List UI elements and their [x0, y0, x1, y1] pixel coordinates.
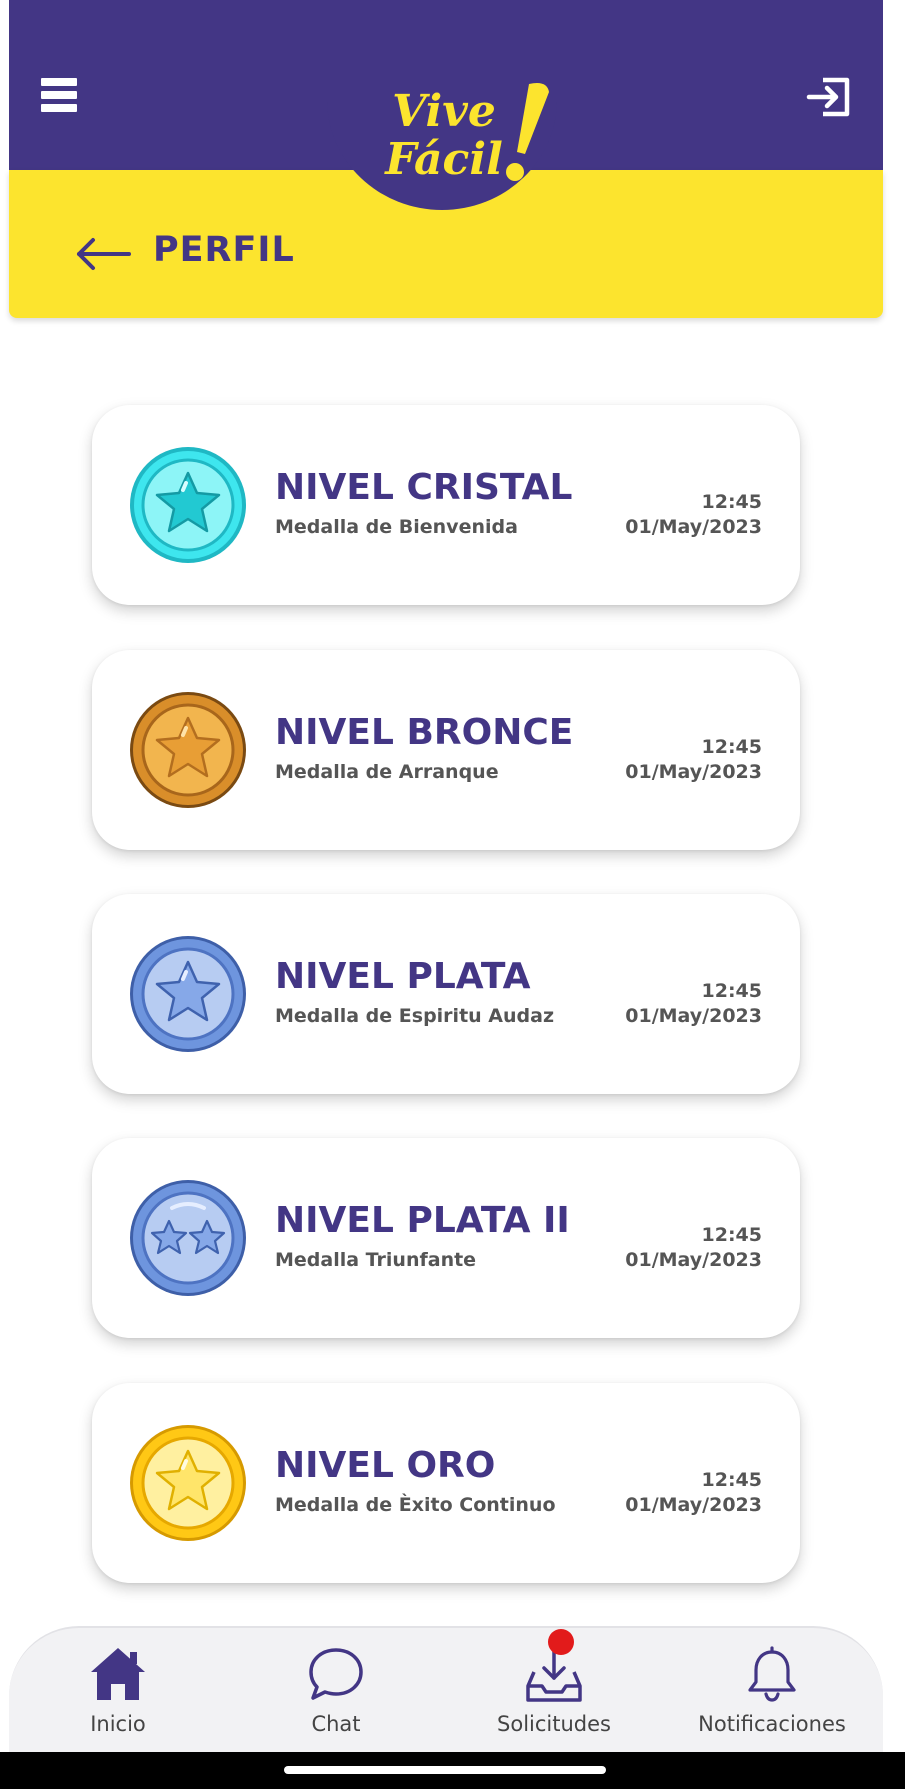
medal-card-cristal[interactable]: NIVEL CRISTAL Medalla de Bienvenida 12:4… — [92, 405, 800, 605]
login-button[interactable] — [805, 72, 855, 122]
medal-title: NIVEL PLATA II — [275, 1200, 570, 1241]
medal-time: 12:45 — [701, 1469, 762, 1491]
medal-title: NIVEL CRISTAL — [275, 467, 573, 508]
login-icon — [806, 77, 850, 117]
medal-time: 12:45 — [701, 736, 762, 758]
medal-subtitle: Medalla de Arranque — [275, 761, 499, 783]
medal-card-plata[interactable]: NIVEL PLATA Medalla de Espiritu Audaz 12… — [92, 894, 800, 1094]
hamburger-menu-icon — [41, 78, 77, 112]
silver-two-star-medal-icon — [130, 1180, 246, 1296]
nav-item-notificaciones[interactable]: Notificaciones — [663, 1628, 881, 1754]
nav-item-chat[interactable]: Chat — [227, 1628, 445, 1754]
medal-time: 12:45 — [701, 1224, 762, 1246]
menu-button[interactable] — [41, 78, 77, 118]
bell-icon — [748, 1646, 796, 1702]
medal-date: 01/May/2023 — [625, 1494, 762, 1516]
medal-date: 01/May/2023 — [625, 1005, 762, 1027]
page-title: PERFIL — [153, 230, 295, 270]
inbox-download-icon — [526, 1648, 582, 1702]
medal-card-bronce[interactable]: NIVEL BRONCE Medalla de Arranque 12:45 0… — [92, 650, 800, 850]
medal-date: 01/May/2023 — [625, 1249, 762, 1271]
nav-label: Notificaciones — [698, 1712, 846, 1736]
medal-time: 12:45 — [701, 980, 762, 1002]
medal-title: NIVEL ORO — [275, 1445, 496, 1486]
nav-label: Solicitudes — [497, 1712, 611, 1736]
medal-card-plata-ii[interactable]: NIVEL PLATA II Medalla Triunfante 12:45 … — [92, 1138, 800, 1338]
back-arrow-icon — [77, 238, 131, 270]
nav-item-inicio[interactable]: Inicio — [9, 1628, 227, 1754]
chat-bubble-icon — [309, 1648, 363, 1700]
medal-date: 01/May/2023 — [625, 761, 762, 783]
back-button[interactable] — [75, 236, 131, 272]
nav-label: Inicio — [90, 1712, 146, 1736]
medal-title: NIVEL PLATA — [275, 956, 531, 997]
medal-card-oro[interactable]: NIVEL ORO Medalla de Èxito Continuo 12:4… — [92, 1383, 800, 1583]
medal-date: 01/May/2023 — [625, 516, 762, 538]
medal-subtitle: Medalla de Bienvenida — [275, 516, 518, 538]
home-indicator[interactable] — [284, 1766, 606, 1774]
logo-exclamation-icon — [506, 83, 549, 181]
crystal-medal-icon — [130, 447, 246, 563]
bronze-medal-icon — [130, 692, 246, 808]
silver-medal-icon — [130, 936, 246, 1052]
home-icon — [91, 1648, 145, 1700]
medal-subtitle: Medalla de Espiritu Audaz — [275, 1005, 554, 1027]
bottom-navigation: Inicio Chat Solicitudes Notificaciones — [9, 1626, 883, 1752]
medal-title: NIVEL BRONCE — [275, 712, 574, 753]
nav-label: Chat — [311, 1712, 361, 1736]
medal-subtitle: Medalla Triunfante — [275, 1249, 477, 1271]
app-header: Vive Fácil PERFIL — [9, 0, 883, 318]
gold-medal-icon — [130, 1425, 246, 1541]
notification-badge — [548, 1629, 574, 1655]
medal-subtitle: Medalla de Èxito Continuo — [275, 1494, 556, 1516]
medal-time: 12:45 — [701, 491, 762, 513]
app-screen: Vive Fácil PERFIL NIVEL CRISTAL Medalla … — [0, 0, 905, 1789]
